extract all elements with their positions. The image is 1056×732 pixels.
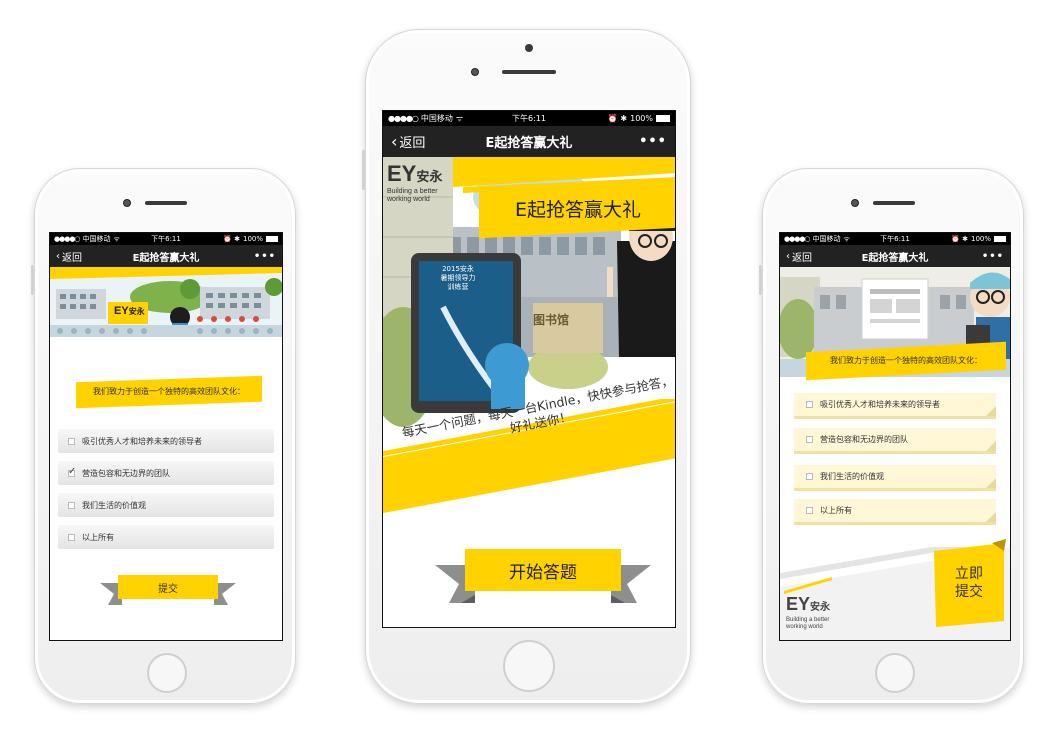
earpiece xyxy=(502,70,556,74)
front-camera xyxy=(851,199,859,207)
checkbox[interactable] xyxy=(68,501,75,509)
corner-fold-icon xyxy=(986,406,996,416)
nav-title: E起抢答赢大礼 xyxy=(485,136,573,151)
hero-title-banner: E起抢答赢大礼 xyxy=(479,177,675,239)
status-bar: ●●●●○ 中国移动 ᯤ 下午6:11 ⏰ ✱ 100% xyxy=(383,111,675,126)
checkbox[interactable] xyxy=(68,437,75,445)
submit-ribbon: 提交 xyxy=(100,575,236,607)
home-button[interactable] xyxy=(503,640,555,692)
earpiece xyxy=(145,201,187,205)
tablet-caption: 2015安永 暑期领导力 训练营 xyxy=(440,265,476,291)
campus-illustration: EY安永 xyxy=(50,267,282,337)
checkbox[interactable] xyxy=(806,507,813,514)
front-camera xyxy=(123,199,131,207)
checkbox[interactable] xyxy=(806,473,813,480)
nav-bar: ‹ 返回 E起抢答赢大礼 ••• xyxy=(383,126,675,157)
status-bar: ●●●●○ 中国移动 ᯤ 下午6:11 ⏰ ✱ 100% xyxy=(50,233,282,245)
question-banner: 我们致力于创造一个独特的高效团队文化： xyxy=(806,341,1006,381)
option-row[interactable]: 营造包容和无边界的团队 xyxy=(794,428,996,454)
ey-logo: EY安永 Building a better working world xyxy=(387,161,443,204)
submit-sticker: 立即 提交 xyxy=(932,539,1006,631)
nav-title: E起抢答赢大礼 xyxy=(861,252,929,264)
checkbox[interactable] xyxy=(68,533,75,541)
nav-title: E起抢答赢大礼 xyxy=(132,252,200,264)
front-camera xyxy=(471,68,479,76)
center-screen: ●●●●○ 中国移动 ᯤ 下午6:11 ⏰ ✱ 100% ‹ 返回 E起抢答赢大礼 ••… xyxy=(382,110,676,628)
nav-bar: ‹ 返回 E起抢答赢大礼 ••• xyxy=(50,245,282,267)
option-row[interactable]: 以上所有 xyxy=(58,525,274,549)
bottom-footer: EY安永 Building a better working world 立即 … xyxy=(780,539,1010,640)
corner-fold-icon xyxy=(986,478,996,488)
submit-now-button[interactable]: 立即 提交 xyxy=(932,565,1006,601)
home-button[interactable] xyxy=(875,653,915,693)
nav-bar: ‹ 返回 E起抢答赢大礼 ••• xyxy=(780,245,1010,267)
promo-band: 每天一个问题，每天一台Kindle，快快参与抢答， 好礼送你！ xyxy=(383,373,675,519)
volume-button xyxy=(362,150,365,190)
corner-fold-icon xyxy=(986,441,996,451)
option-row[interactable]: 营造包容和无边界的团队 xyxy=(58,461,274,485)
option-row[interactable]: 我们生活的价值观 xyxy=(794,465,996,491)
center-phone: ●●●●○ 中国移动 ᯤ 下午6:11 ⏰ ✱ 100% ‹ 返回 E起抢答赢大礼 ••… xyxy=(362,29,691,704)
checkbox[interactable] xyxy=(806,436,813,443)
volume-button xyxy=(31,265,34,295)
checkbox[interactable] xyxy=(806,401,813,408)
corner-fold-icon xyxy=(986,512,996,522)
option-row[interactable]: 以上所有 xyxy=(794,499,996,525)
right-phone: ●●●●○ 中国移动 ᯤ 下午6:11 ⏰ ✱ 100% ‹ 返回 E起抢答赢大礼 ••… xyxy=(759,168,1024,704)
question-text: 我们致力于创造一个独特的高效团队文化： xyxy=(93,387,245,396)
mockup-stage: ●●●●○ 中国移动 ᯤ 下午6:11 ⏰ ✱ 100% ‹ 返回 E起抢答赢大礼 ••… xyxy=(0,0,1056,732)
question-banner: 我们致力于创造一个独特的高效团队文化： xyxy=(68,375,270,409)
question-text: 我们致力于创造一个独特的高效团队文化： xyxy=(830,356,982,365)
start-ribbon: 开始答题 xyxy=(435,549,651,605)
building-sign: 图书馆 xyxy=(533,313,570,327)
submit-button[interactable]: 提交 xyxy=(118,575,218,599)
right-screen: ●●●●○ 中国移动 ᯤ 下午6:11 ⏰ ✱ 100% ‹ 返回 E起抢答赢大礼 ••… xyxy=(779,232,1011,641)
left-phone: ●●●●○ 中国移动 ᯤ 下午6:11 ⏰ ✱ 100% ‹ 返回 E起抢答赢大礼 ••… xyxy=(31,168,296,704)
option-row[interactable]: 我们生活的价值观 xyxy=(58,493,274,517)
ey-logo-small: EY安永 xyxy=(114,305,145,317)
option-row[interactable]: 吸引优秀人才和培养未来的领导者 xyxy=(794,393,996,419)
home-button[interactable] xyxy=(147,653,187,693)
left-screen: ●●●●○ 中国移动 ᯤ 下午6:11 ⏰ ✱ 100% ‹ 返回 E起抢答赢大礼 ••… xyxy=(49,232,283,641)
checkbox-checked[interactable] xyxy=(68,466,76,477)
front-sensor xyxy=(525,44,533,52)
hero-title: E起抢答赢大礼 xyxy=(514,198,641,221)
start-quiz-button[interactable]: 开始答题 xyxy=(465,549,621,591)
status-bar: ●●●●○ 中国移动 ᯤ 下午6:11 ⏰ ✱ 100% xyxy=(780,233,1010,245)
option-row[interactable]: 吸引优秀人才和培养未来的领导者 xyxy=(58,429,274,453)
ey-logo: EY安永 Building a better working world xyxy=(786,594,831,630)
earpiece xyxy=(873,201,915,205)
volume-button xyxy=(759,265,762,295)
